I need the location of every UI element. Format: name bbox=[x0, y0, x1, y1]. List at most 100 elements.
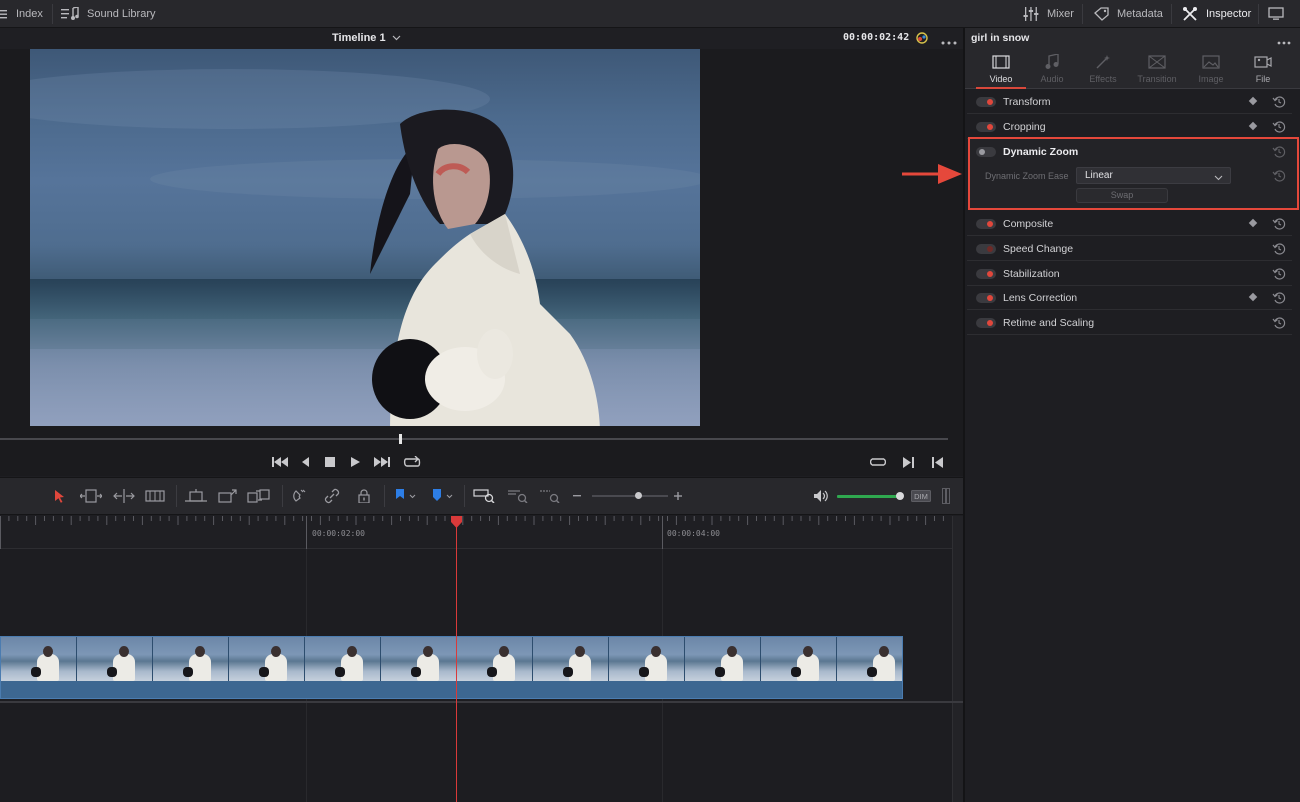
viewer-options-icon[interactable] bbox=[941, 36, 957, 48]
section-toggle[interactable] bbox=[976, 318, 996, 328]
section-lens-correction[interactable]: Lens Correction bbox=[967, 286, 1292, 310]
section-toggle[interactable] bbox=[976, 269, 996, 279]
stop-icon[interactable] bbox=[320, 453, 340, 471]
keyframe-diamond-icon[interactable] bbox=[1248, 121, 1258, 131]
section-composite[interactable]: Composite bbox=[967, 212, 1292, 236]
section-toggle[interactable] bbox=[976, 122, 996, 132]
section-toggle[interactable] bbox=[976, 97, 996, 107]
section-retime-and-scaling[interactable]: Retime and Scaling bbox=[967, 311, 1292, 335]
tab-video[interactable]: Video bbox=[975, 52, 1027, 84]
overwrite-clip-icon[interactable] bbox=[216, 486, 238, 506]
reset-icon[interactable] bbox=[1272, 217, 1286, 231]
color-viewer-icon[interactable] bbox=[914, 30, 930, 49]
zoom-out-icon[interactable] bbox=[571, 486, 583, 506]
mixer-sliders-icon bbox=[1023, 7, 1039, 21]
tab-file[interactable]: File bbox=[1237, 52, 1289, 84]
tab-effects[interactable]: Effects bbox=[1077, 52, 1129, 84]
reset-icon[interactable] bbox=[1272, 145, 1286, 159]
section-toggle[interactable] bbox=[976, 244, 996, 254]
flag-dropdown[interactable] bbox=[392, 486, 418, 506]
timeline-ruler[interactable] bbox=[0, 516, 952, 549]
section-toggle[interactable] bbox=[976, 219, 996, 229]
fullscreen-viewer-button[interactable] bbox=[1268, 0, 1284, 28]
volume-slider-track[interactable] bbox=[837, 495, 899, 498]
reset-icon[interactable] bbox=[1272, 120, 1286, 134]
viewer-scrubber-handle[interactable] bbox=[399, 434, 402, 444]
go-to-end-icon[interactable] bbox=[372, 453, 392, 471]
trim-edit-icon[interactable] bbox=[79, 486, 103, 506]
video-frame bbox=[30, 49, 700, 426]
replace-clip-icon[interactable] bbox=[246, 486, 272, 506]
zoom-in-icon[interactable] bbox=[672, 486, 684, 506]
section-transform[interactable]: Transform bbox=[967, 90, 1292, 114]
tab-transition[interactable]: Transition bbox=[1131, 52, 1183, 84]
dynamic-zoom-swap-button[interactable]: Swap bbox=[1076, 188, 1168, 203]
reset-icon[interactable] bbox=[1272, 291, 1286, 305]
sound-library-button[interactable]: Sound Library bbox=[61, 0, 156, 28]
step-back-icon[interactable] bbox=[296, 453, 316, 471]
section-label: Transform bbox=[1003, 96, 1051, 108]
tab-image[interactable]: Image bbox=[1185, 52, 1237, 84]
keyframe-diamond-icon[interactable] bbox=[1248, 292, 1258, 302]
tab-file-label: File bbox=[1255, 74, 1271, 84]
section-stabilization[interactable]: Stabilization bbox=[967, 262, 1292, 286]
music-list-icon bbox=[61, 7, 79, 21]
full-extent-zoom-icon[interactable] bbox=[472, 486, 496, 506]
timeline-selector[interactable]: Timeline 1 bbox=[332, 32, 401, 44]
reset-icon[interactable] bbox=[1272, 242, 1286, 256]
dim-button[interactable]: DIM bbox=[910, 486, 932, 506]
lock-icon[interactable] bbox=[354, 486, 374, 506]
custom-zoom-icon[interactable] bbox=[538, 486, 562, 506]
play-icon[interactable] bbox=[345, 453, 365, 471]
inspector-options-icon[interactable] bbox=[1277, 36, 1291, 48]
metadata-button[interactable]: Metadata bbox=[1093, 0, 1163, 28]
blade-edit-icon[interactable] bbox=[144, 486, 166, 506]
linked-selection-icon[interactable] bbox=[322, 486, 342, 506]
next-clip-icon[interactable] bbox=[898, 453, 918, 471]
selection-arrow-icon[interactable] bbox=[52, 486, 66, 506]
previous-clip-icon[interactable] bbox=[927, 453, 947, 471]
metadata-tag-icon bbox=[1093, 7, 1109, 21]
volume-icon[interactable] bbox=[812, 486, 830, 506]
woman-figure bbox=[370, 109, 600, 426]
tab-audio[interactable]: Audio bbox=[1026, 52, 1078, 84]
keyframe-diamond-icon[interactable] bbox=[1248, 218, 1258, 228]
detail-zoom-icon[interactable] bbox=[506, 486, 530, 506]
playhead-line[interactable] bbox=[456, 516, 457, 802]
track-divider[interactable] bbox=[0, 701, 964, 703]
section-label: Cropping bbox=[1003, 121, 1046, 133]
zoom-slider-handle[interactable] bbox=[635, 492, 642, 499]
index-button[interactable]: Index bbox=[0, 0, 43, 28]
reset-icon[interactable] bbox=[1272, 95, 1286, 109]
inspector-button[interactable]: Inspector bbox=[1182, 0, 1251, 28]
reset-icon[interactable] bbox=[1272, 267, 1286, 281]
dynamic-trim-icon[interactable] bbox=[112, 486, 136, 506]
video-clip[interactable] bbox=[0, 636, 903, 699]
metadata-label: Metadata bbox=[1117, 8, 1163, 20]
viewer-scrubber-track[interactable] bbox=[0, 438, 948, 440]
mixer-button[interactable]: Mixer bbox=[1023, 0, 1074, 28]
go-to-start-icon[interactable] bbox=[270, 453, 290, 471]
toolbar-divider bbox=[1171, 4, 1172, 24]
section-label: Composite bbox=[1003, 218, 1054, 230]
loop-icon[interactable] bbox=[402, 453, 422, 471]
section-speed-change[interactable]: Speed Change bbox=[967, 237, 1292, 261]
insert-clip-icon[interactable] bbox=[184, 486, 208, 506]
match-frame-icon[interactable] bbox=[868, 453, 888, 471]
marker-icon bbox=[432, 488, 442, 504]
section-toggle[interactable] bbox=[976, 293, 996, 303]
section-toggle[interactable] bbox=[976, 147, 996, 157]
clip-filmstrip bbox=[1, 637, 902, 681]
volume-slider-handle[interactable] bbox=[896, 492, 904, 500]
keyframe-diamond-icon[interactable] bbox=[1248, 96, 1258, 106]
clip-name-bar bbox=[1, 681, 902, 698]
section-cropping[interactable]: Cropping bbox=[967, 115, 1292, 139]
reset-icon[interactable] bbox=[1272, 169, 1286, 183]
reset-icon[interactable] bbox=[1272, 316, 1286, 330]
zoom-slider-track[interactable] bbox=[592, 495, 668, 497]
clip-thumbnail bbox=[761, 637, 837, 681]
marker-dropdown[interactable] bbox=[428, 486, 456, 506]
snapping-icon[interactable] bbox=[290, 486, 310, 506]
section-dynamic-zoom[interactable]: Dynamic Zoom bbox=[967, 140, 1292, 164]
playhead-handle[interactable] bbox=[451, 516, 462, 528]
